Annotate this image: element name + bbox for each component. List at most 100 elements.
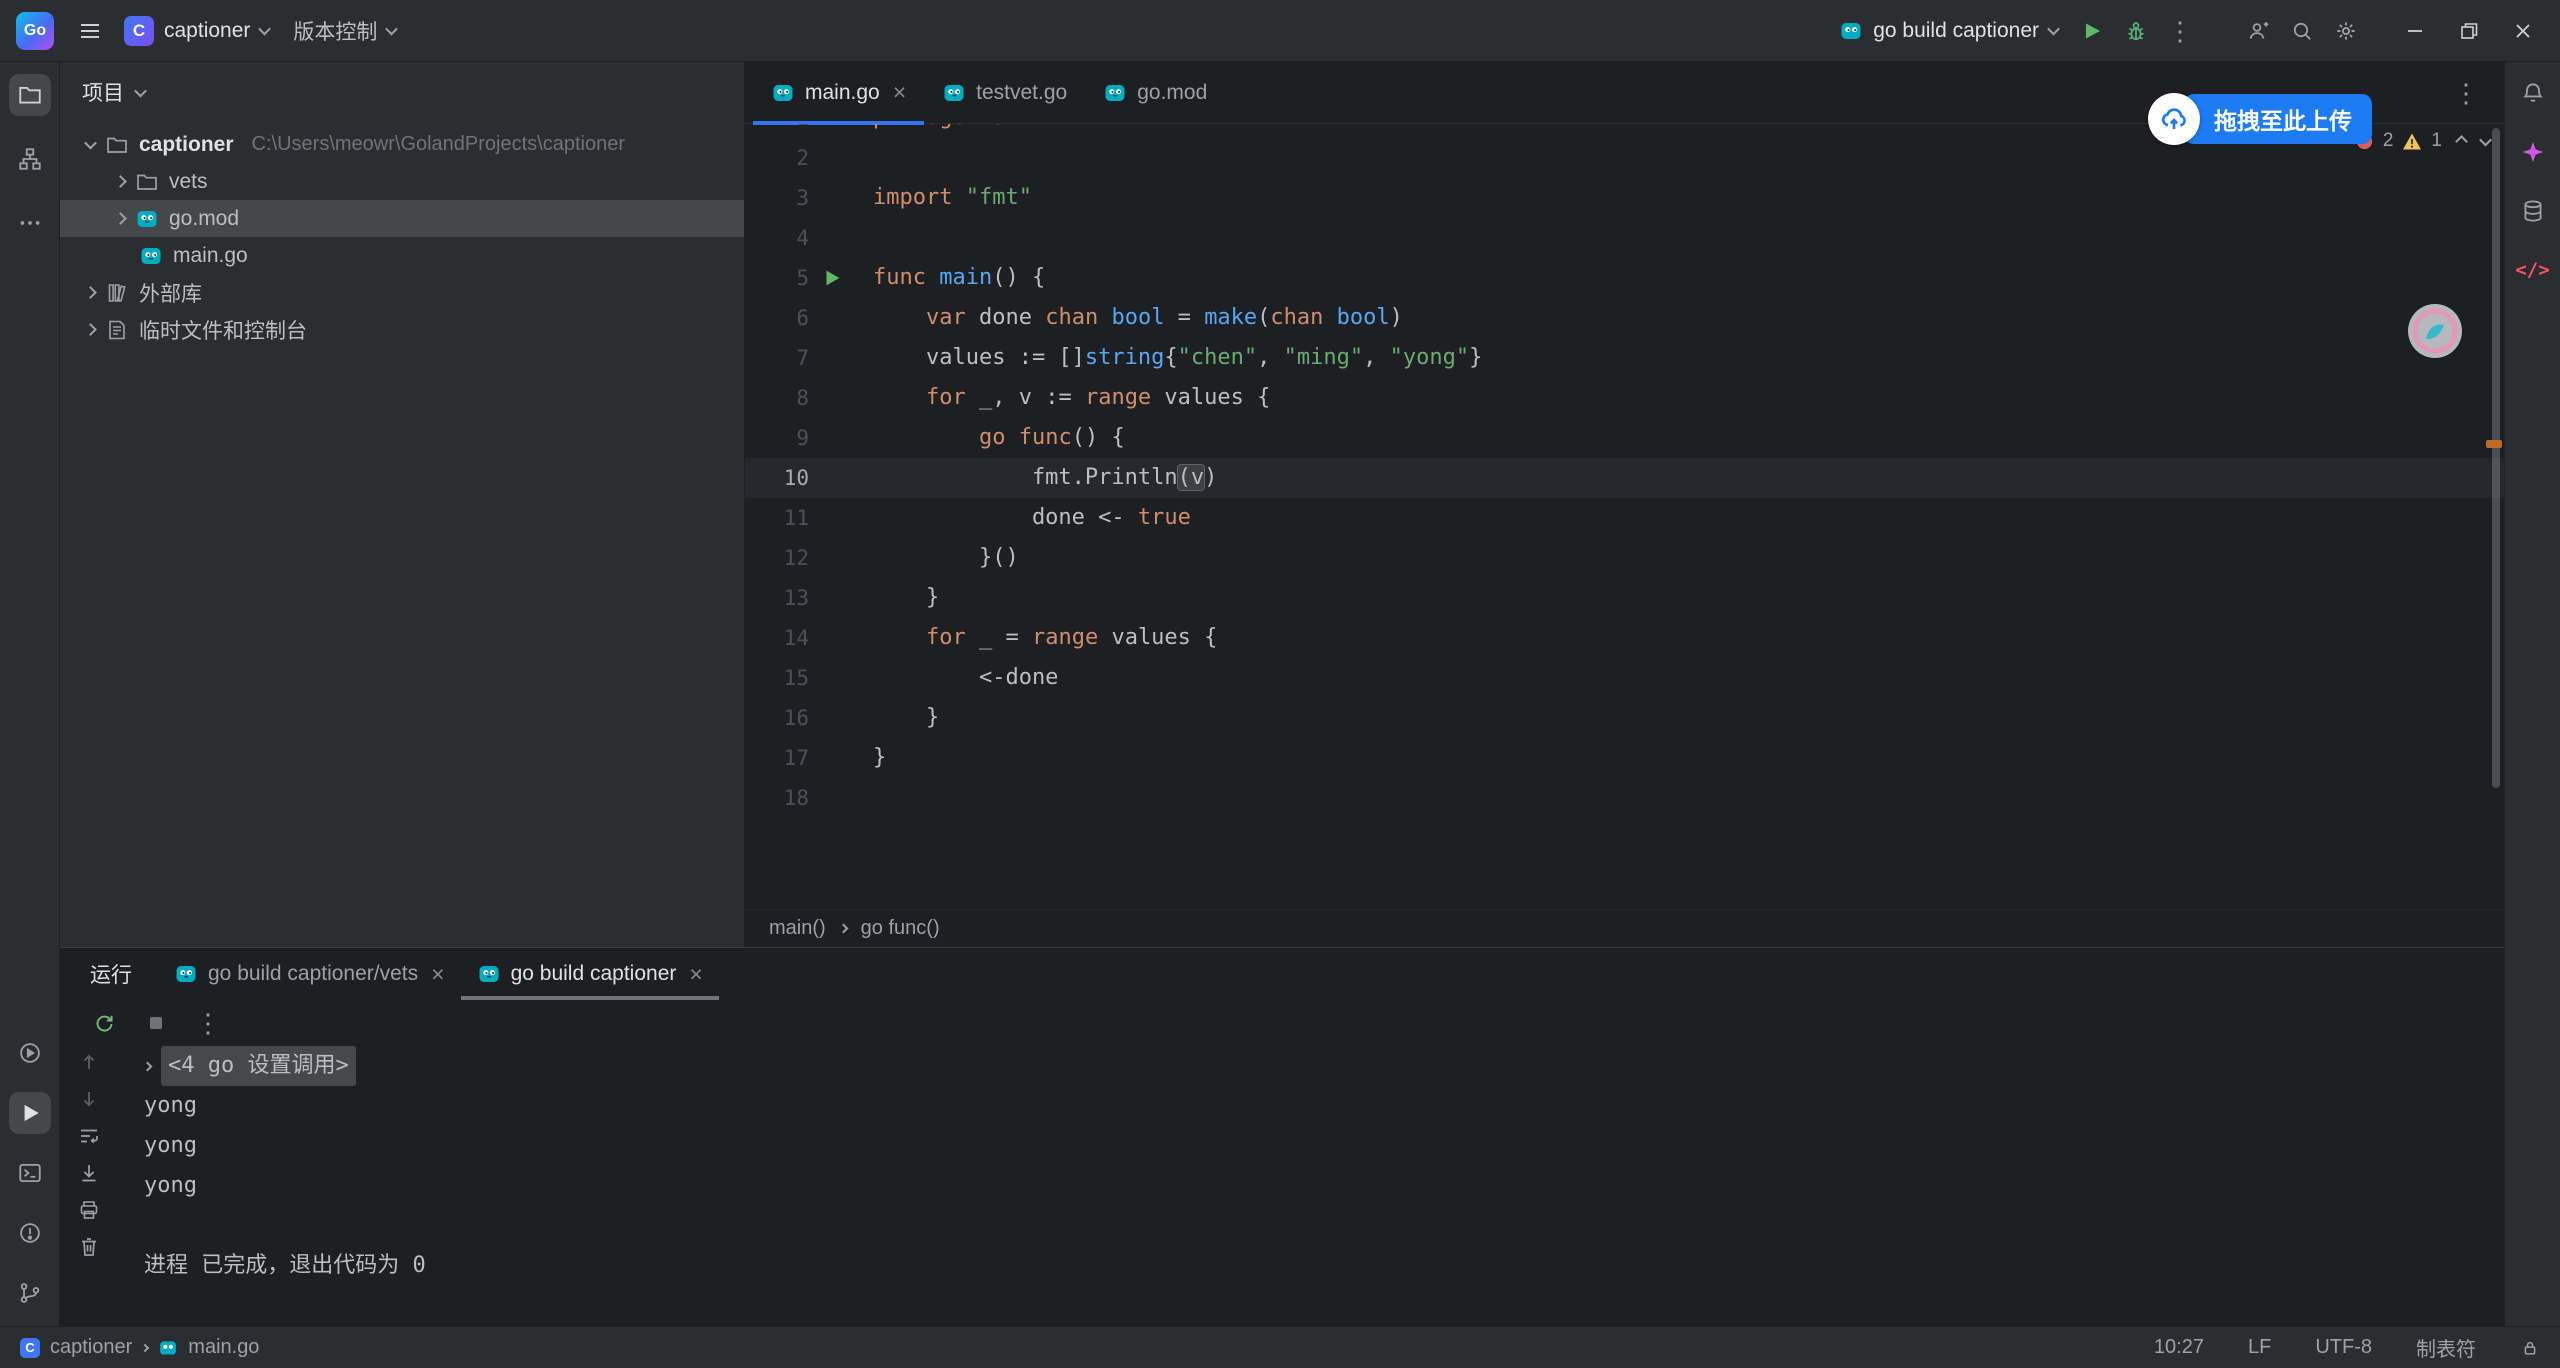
file-encoding[interactable]: UTF-8 (2315, 1336, 2372, 1359)
clear-console-button[interactable] (77, 1235, 101, 1259)
warning-stripe-mark[interactable] (2486, 440, 2502, 448)
code-line-8[interactable]: 8 for _, v := range values { (745, 378, 2504, 418)
code-line-12[interactable]: 12 }() (745, 538, 2504, 578)
folded-text[interactable]: <4 go 设置调用> (161, 1046, 356, 1086)
down-stack-button[interactable] (77, 1087, 101, 1111)
tab-go.mod[interactable]: go.mod (1085, 62, 1225, 124)
line-number[interactable]: 3 (745, 178, 809, 218)
stop-button[interactable] (138, 1005, 174, 1041)
chevron-up-icon[interactable] (2455, 135, 2468, 148)
search-everywhere-button[interactable] (2280, 9, 2324, 53)
code-line-6[interactable]: 6 var done chan bool = make(chan bool) (745, 298, 2504, 338)
project-panel-header[interactable]: 项目 (60, 62, 744, 122)
inspections-widget[interactable]: 2 1 (2355, 130, 2490, 152)
code-line-3[interactable]: 3import "fmt" (745, 178, 2504, 218)
tab-main.go[interactable]: main.go× (753, 62, 924, 124)
line-separator[interactable]: LF (2248, 1336, 2271, 1359)
problems-tool-button[interactable] (9, 1212, 51, 1254)
line-number[interactable]: 13 (745, 578, 809, 618)
line-number[interactable]: 9 (745, 418, 809, 458)
line-number[interactable]: 14 (745, 618, 809, 658)
code-line-9[interactable]: 9 go func() { (745, 418, 2504, 458)
tree-item[interactable]: go.mod (60, 200, 744, 237)
line-number[interactable]: 7 (745, 338, 809, 378)
editor-scrollbar[interactable] (2492, 128, 2500, 788)
code-line-4[interactable]: 4 (745, 218, 2504, 258)
lock-icon[interactable] (2520, 1338, 2540, 1358)
code-line-15[interactable]: 15 <-done (745, 658, 2504, 698)
line-number[interactable]: 16 (745, 698, 809, 738)
terminal-tool-button[interactable] (9, 1152, 51, 1194)
line-number[interactable]: 15 (745, 658, 809, 698)
editor-tab-options-button[interactable]: ⋮ (2444, 71, 2488, 115)
code-with-me-button[interactable] (2236, 9, 2280, 53)
close-icon[interactable]: × (689, 961, 702, 988)
code-line-10[interactable]: 10 fmt.Println(v) (745, 458, 2504, 498)
tree-item[interactable]: main.go (60, 237, 744, 274)
line-number[interactable]: 5 (745, 258, 809, 298)
code-area[interactable]: 1package main23import "fmt"45func main()… (745, 124, 2504, 909)
rerun-button[interactable] (86, 1005, 122, 1041)
run-more-options-button[interactable]: ⋮ (190, 1005, 226, 1041)
indent-style[interactable]: 制表符 (2416, 1333, 2476, 1362)
project-widget[interactable]: C captioner (112, 9, 281, 53)
run-button[interactable] (2070, 9, 2114, 53)
structure-tool-button[interactable] (9, 138, 51, 180)
line-number[interactable]: 8 (745, 378, 809, 418)
console-output[interactable]: <4 go 设置调用> yongyongyong 进程 已完成，退出代码为 0 (118, 1046, 2504, 1326)
tab-testvet.go[interactable]: testvet.go (924, 62, 1085, 124)
chevron-right-icon[interactable] (114, 212, 127, 225)
status-project[interactable]: captioner (50, 1336, 132, 1359)
chevron-right-icon[interactable] (114, 175, 127, 188)
line-number[interactable]: 17 (745, 738, 809, 778)
code-line-11[interactable]: 11 done <- true (745, 498, 2504, 538)
code-line-5[interactable]: 5func main() { (745, 258, 2504, 298)
more-actions-button[interactable]: ⋮ (2158, 9, 2202, 53)
tab-go build captioner[interactable]: go build captioner× (461, 948, 719, 1000)
line-number[interactable]: 2 (745, 138, 809, 178)
line-number[interactable]: 12 (745, 538, 809, 578)
line-number[interactable]: 10 (745, 458, 809, 498)
line-number[interactable]: 6 (745, 298, 809, 338)
tree-item[interactable]: vets (60, 163, 744, 200)
tab-go build captioner/vets[interactable]: go build captioner/vets× (158, 948, 461, 1000)
tree-item[interactable]: 外部库 (60, 274, 744, 311)
drag-upload-overlay[interactable]: 拖拽至此上传 (2148, 92, 2372, 146)
line-number[interactable]: 11 (745, 498, 809, 538)
services-tool-button[interactable] (9, 1032, 51, 1074)
caret-position[interactable]: 10:27 (2154, 1336, 2204, 1359)
console-fold-line[interactable]: <4 go 设置调用> (144, 1046, 2504, 1086)
code-line-14[interactable]: 14 for _ = range values { (745, 618, 2504, 658)
fold-chevron-icon[interactable] (143, 1061, 153, 1071)
print-button[interactable] (77, 1198, 101, 1222)
minimize-button[interactable] (2388, 9, 2442, 53)
up-stack-button[interactable] (77, 1050, 101, 1074)
chevron-right-icon[interactable] (84, 286, 97, 299)
debug-button[interactable] (2114, 9, 2158, 53)
line-number[interactable]: 1 (745, 124, 809, 138)
chevron-right-icon[interactable] (84, 323, 97, 336)
run-tool-button[interactable] (9, 1092, 51, 1134)
ai-assistant-button[interactable] (2512, 131, 2554, 173)
code-line-18[interactable]: 18 (745, 778, 2504, 818)
more-tool-windows-button[interactable] (9, 202, 51, 244)
code-line-16[interactable]: 16 } (745, 698, 2504, 738)
soft-wrap-button[interactable] (77, 1124, 101, 1148)
database-button[interactable] (2512, 190, 2554, 232)
breadcrumb-item[interactable]: go func() (861, 917, 940, 940)
tree-item[interactable]: captionerC:\Users\meowr\GolandProjects\c… (60, 126, 744, 163)
notifications-button[interactable] (2512, 72, 2554, 114)
main-menu-button[interactable] (68, 9, 112, 53)
run-line-gutter-icon[interactable] (809, 258, 855, 298)
line-number[interactable]: 4 (745, 218, 809, 258)
tree-item[interactable]: 临时文件和控制台 (60, 311, 744, 348)
chevron-down-icon[interactable] (84, 137, 97, 150)
code-line-13[interactable]: 13 } (745, 578, 2504, 618)
status-file[interactable]: main.go (188, 1336, 259, 1359)
settings-button[interactable] (2324, 9, 2368, 53)
scroll-to-end-button[interactable] (77, 1161, 101, 1185)
close-icon[interactable]: × (893, 79, 906, 106)
git-tool-button[interactable] (9, 1272, 51, 1314)
code-line-17[interactable]: 17} (745, 738, 2504, 778)
project-tool-button[interactable] (9, 74, 51, 116)
